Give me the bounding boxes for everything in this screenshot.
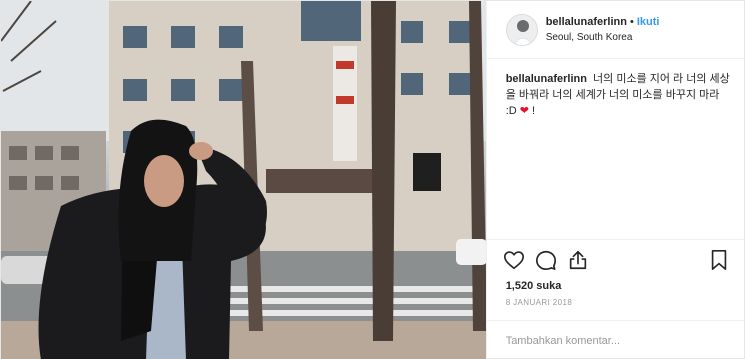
likes-count[interactable]: 1,520 suka xyxy=(487,279,744,293)
caption: bellalunaferlinn 너의 미소를 지어 라 너의 세상을 바꿔라 … xyxy=(487,59,744,239)
heart-icon xyxy=(503,250,524,269)
street-scene-photo xyxy=(1,1,486,359)
comment-button[interactable] xyxy=(533,247,559,273)
caption-tail: ! xyxy=(528,105,536,117)
header-text: bellalunaferlinn • Ikuti Seoul, South Kore… xyxy=(546,15,660,45)
comment-box xyxy=(486,320,744,359)
location-link[interactable]: Seoul, South Korea xyxy=(546,31,660,45)
caption-username[interactable]: bellalunaferlinn xyxy=(506,73,587,85)
share-icon xyxy=(569,250,586,269)
username-link[interactable]: bellalunaferlinn xyxy=(546,16,627,28)
bookmark-icon xyxy=(711,249,727,270)
heart-emoji: ❤ xyxy=(519,105,529,117)
like-button[interactable] xyxy=(501,247,527,273)
save-button[interactable] xyxy=(706,247,732,273)
comment-input[interactable] xyxy=(505,334,725,347)
header-line: bellalunaferlinn • Ikuti xyxy=(546,15,660,29)
comment-icon xyxy=(535,250,556,270)
post-header: bellalunaferlinn • Ikuti Seoul, South Kore… xyxy=(486,1,744,59)
share-button[interactable] xyxy=(565,247,591,273)
avatar-image xyxy=(506,14,537,45)
post-photo[interactable] xyxy=(1,1,486,359)
post-sidebar: bellalunaferlinn • Ikuti Seoul, South Kore… xyxy=(485,1,744,359)
instagram-post: bellalunaferlinn • Ikuti Seoul, South Kore… xyxy=(0,0,745,359)
follow-button[interactable]: Ikuti xyxy=(637,16,660,28)
avatar[interactable] xyxy=(505,13,538,46)
post-date[interactable]: 8 JANUARI 2018 xyxy=(487,293,744,320)
action-bar xyxy=(486,239,744,279)
separator-dot: • xyxy=(629,15,634,28)
